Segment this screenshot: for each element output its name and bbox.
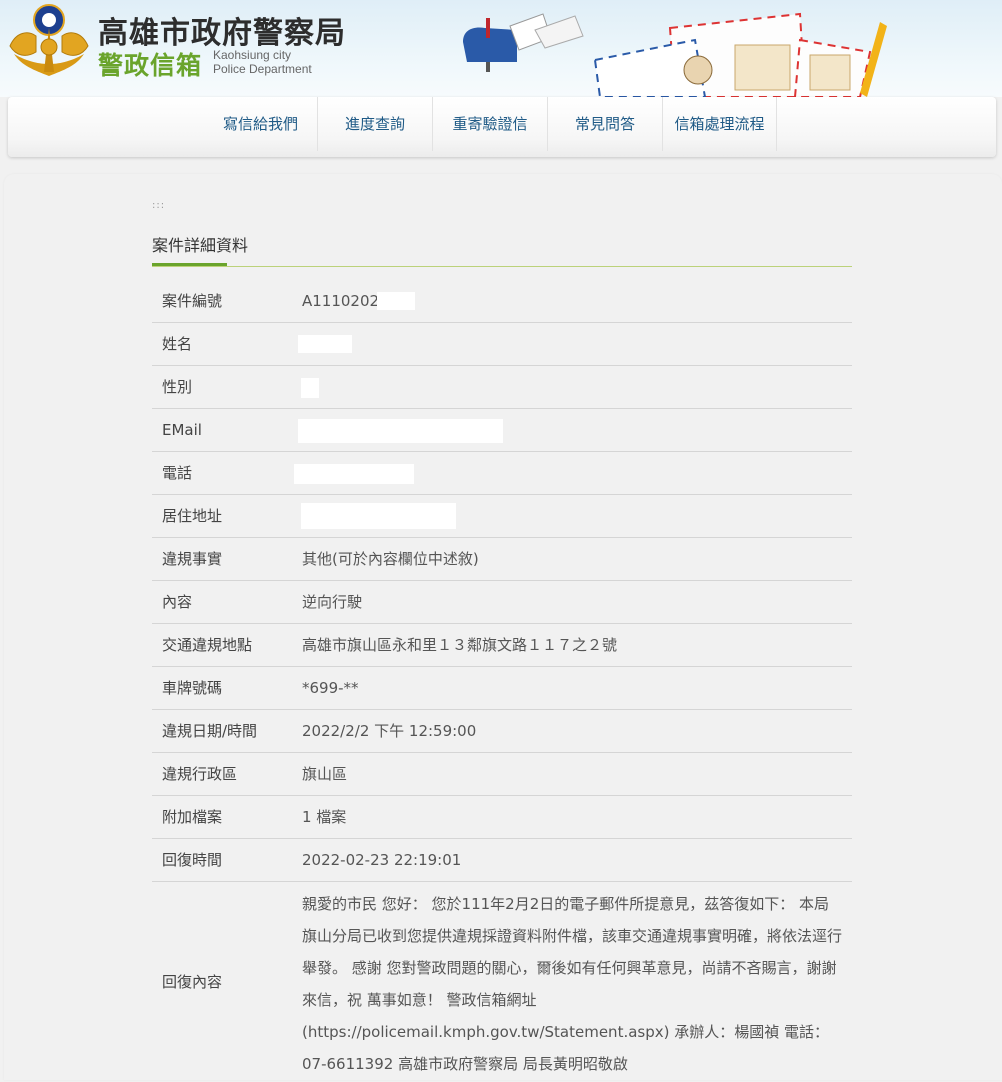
nav-faq[interactable]: 常見問答 — [548, 97, 663, 151]
content-value: 逆向行駛 — [302, 593, 363, 611]
detail-row-name: 姓名 — [152, 323, 852, 366]
detail-row-gender: 性別 — [152, 366, 852, 409]
plate-label: 車牌號碼 — [162, 679, 223, 697]
reply-time-label: 回復時間 — [162, 851, 223, 869]
content-label: 內容 — [162, 593, 193, 611]
case-no-value: A1110202 — [302, 292, 380, 310]
main-nav: 寫信給我們 進度查詢 重寄驗證信 常見問答 信箱處理流程 — [8, 97, 996, 157]
phone-label: 電話 — [162, 464, 193, 482]
nav-mailbox-process[interactable]: 信箱處理流程 — [663, 97, 777, 151]
police-emblem-logo — [9, 4, 89, 76]
datetime-label: 違規日期/時間 — [162, 722, 258, 740]
mail-decoration-illustration — [463, 12, 887, 97]
main-content: ::: 案件詳細資料 案件編號 A1110202 姓名 性別 EMail 電話 — [4, 174, 1002, 1080]
redaction-box — [377, 292, 415, 310]
violation-value: 其他(可於內容欄位中述敘) — [302, 550, 479, 568]
redaction-box — [301, 378, 319, 398]
district-label: 違規行政區 — [162, 765, 238, 783]
detail-row-attachment: 附加檔案 1 檔案 — [152, 796, 852, 839]
attachment-label: 附加檔案 — [162, 808, 223, 826]
datetime-value: 2022/2/2 下午 12:59:00 — [302, 722, 477, 740]
redaction-box — [298, 419, 503, 443]
page-title: 案件詳細資料 — [152, 236, 249, 255]
detail-row-reply-content: 回復內容 親愛的市民 您好： 您於111年2月2日的電子郵件所提意見，茲答復如下… — [152, 882, 852, 1082]
title-divider — [152, 266, 852, 267]
redaction-box — [294, 464, 414, 484]
detail-row-phone: 電話 — [152, 452, 852, 495]
nav-write-to-us[interactable]: 寫信給我們 — [204, 97, 318, 151]
site-subtitle-english: Kaohsiung city Police Department — [213, 48, 312, 76]
title-accent-bar — [152, 263, 227, 266]
detail-row-datetime: 違規日期/時間 2022/2/2 下午 12:59:00 — [152, 710, 852, 753]
detail-row-plate: 車牌號碼 *699-** — [152, 667, 852, 710]
reply-content-label: 回復內容 — [162, 973, 223, 991]
attachment-link[interactable]: 1 檔案 — [302, 796, 346, 838]
nav-resend-verification[interactable]: 重寄驗證信 — [433, 97, 548, 151]
subtitle-en-line-1: Kaohsiung city — [213, 48, 292, 62]
location-label: 交通違規地點 — [162, 636, 253, 654]
email-label: EMail — [162, 421, 202, 439]
site-header: 高雄市政府警察局 警政信箱 Kaohsiung city Police Depa… — [0, 0, 1002, 97]
address-label: 居住地址 — [162, 507, 223, 525]
detail-row-location: 交通違規地點 高雄市旗山區永和里１３鄰旗文路１１７之２號 — [152, 624, 852, 667]
detail-row-violation: 違規事實 其他(可於內容欄位中述敘) — [152, 538, 852, 581]
reply-time-value: 2022-02-23 22:19:01 — [302, 851, 462, 869]
site-subtitle: 警政信箱 — [98, 51, 203, 80]
gender-label: 性別 — [162, 378, 193, 396]
plate-value: *699-** — [302, 679, 359, 697]
detail-row-case-no: 案件編號 A1110202 — [152, 280, 852, 323]
redaction-box — [301, 503, 456, 529]
location-value: 高雄市旗山區永和里１３鄰旗文路１１７之２號 — [302, 636, 618, 654]
detail-row-reply-time: 回復時間 2022-02-23 22:19:01 — [152, 839, 852, 882]
case-no-label: 案件編號 — [162, 292, 223, 310]
redaction-box — [298, 335, 352, 353]
name-label: 姓名 — [162, 335, 193, 353]
nav-progress-query[interactable]: 進度查詢 — [318, 97, 433, 151]
breadcrumb[interactable]: ::: — [152, 200, 165, 211]
detail-row-address: 居住地址 — [152, 495, 852, 538]
detail-row-district: 違規行政區 旗山區 — [152, 753, 852, 796]
violation-label: 違規事實 — [162, 550, 223, 568]
district-value: 旗山區 — [302, 765, 348, 783]
subtitle-en-line-2: Police Department — [213, 62, 312, 76]
reply-content-value: 親愛的市民 您好： 您於111年2月2日的電子郵件所提意見，茲答復如下： 本局旗… — [302, 895, 843, 1073]
detail-row-content: 內容 逆向行駛 — [152, 581, 852, 624]
case-detail-table: 案件編號 A1110202 姓名 性別 EMail 電話 居住地址 違規事實 其… — [152, 280, 852, 1082]
detail-row-email: EMail — [152, 409, 852, 452]
